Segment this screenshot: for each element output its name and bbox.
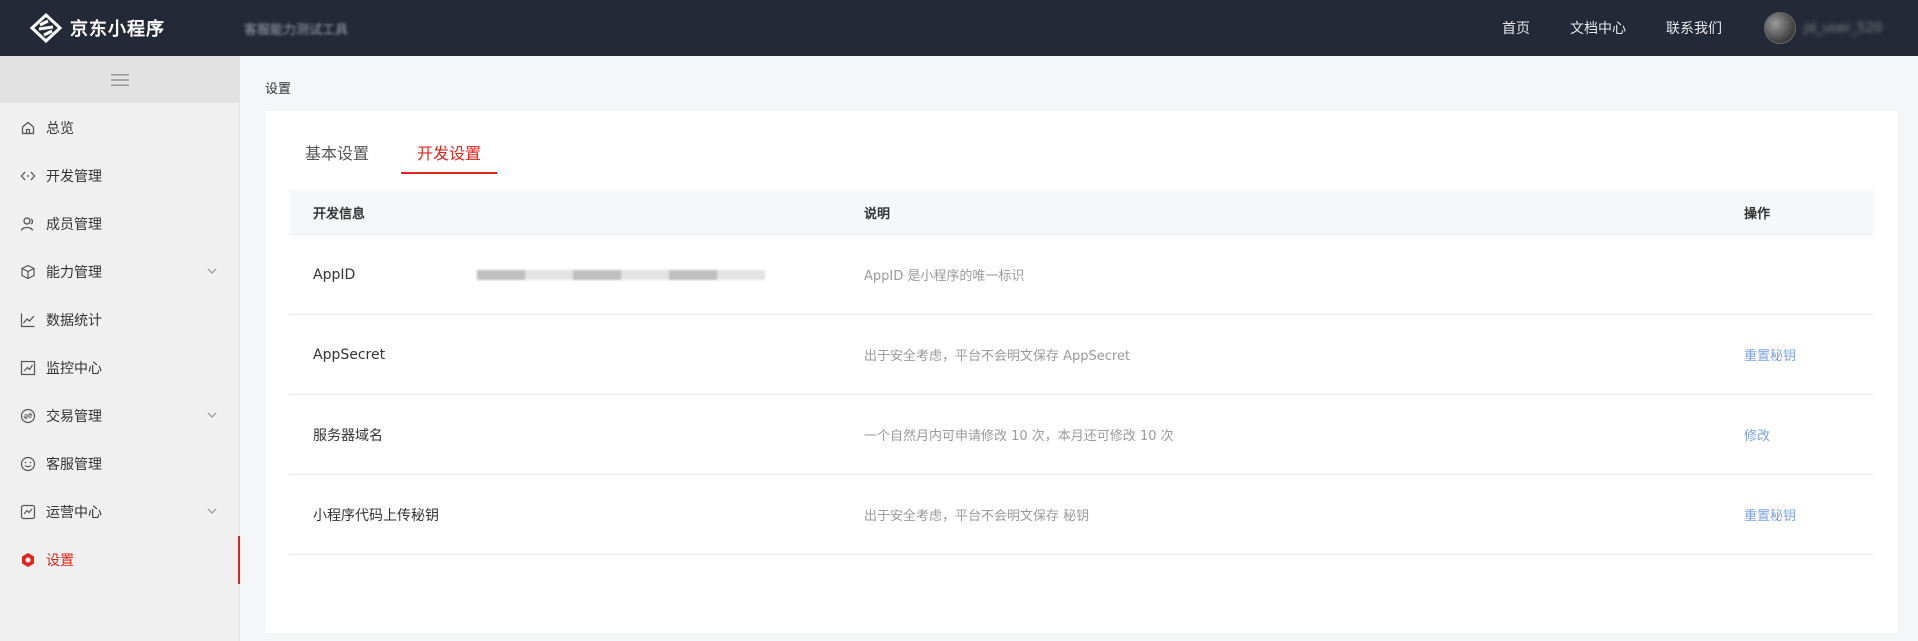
hexagon-settings-icon (20, 552, 36, 568)
home-icon (20, 120, 36, 136)
sidebar-item-label: 客服管理 (46, 457, 102, 473)
sidebar-item-label: 数据统计 (46, 313, 102, 329)
sidebar-item-monitor[interactable]: 监控中心 (0, 344, 239, 392)
column-header-action: 操作 (1744, 206, 1771, 222)
top-bar: 京东小程序 客服能力测试工具 首页 文档中心 联系我们 jd_user_520 (0, 0, 1918, 56)
cube-icon (20, 264, 36, 280)
table-row: 服务器域名 一个自然月内可申请修改 10 次，本月还可修改 10 次 修改 (289, 395, 1873, 475)
row-description: AppID 是小程序的唯一标识 (864, 269, 1025, 284)
row-description: 出于安全考虑，平台不会明文保存 秘钥 (864, 509, 1090, 524)
nav-home[interactable]: 首页 (1502, 18, 1530, 38)
appid-value-masked (477, 269, 765, 280)
column-header-info: 开发信息 (313, 206, 366, 222)
user-icon (20, 216, 36, 232)
logo-mark-icon (29, 13, 63, 43)
sidebar-item-overview[interactable]: 总览 (0, 104, 239, 152)
sidebar-collapse-button[interactable] (0, 56, 239, 103)
sidebar-item-customer-service[interactable]: 客服管理 (0, 440, 239, 488)
sidebar-item-label: 交易管理 (46, 409, 102, 425)
trade-icon (20, 408, 36, 424)
code-icon (20, 168, 36, 184)
user-menu[interactable]: jd_user_520 (1763, 12, 1882, 44)
main-content: 设置 基本设置 开发设置 开发信息 说明 操作 AppID AppID 是小程序… (241, 56, 1918, 641)
sidebar-item-dev-management[interactable]: 开发管理 (0, 152, 239, 200)
app-switcher[interactable]: 客服能力测试工具 (244, 19, 348, 38)
nav-contact[interactable]: 联系我们 (1666, 18, 1722, 38)
sidebar-item-trade[interactable]: 交易管理 (0, 392, 239, 440)
dev-info-table: 开发信息 说明 操作 AppID AppID 是小程序的唯一标识 AppSecr… (289, 190, 1873, 555)
tab-dev-settings[interactable]: 开发设置 (401, 140, 498, 174)
reset-upload-key-link[interactable]: 重置秘钥 (1744, 509, 1796, 524)
top-nav: 首页 文档中心 联系我们 jd_user_520 (1502, 0, 1918, 56)
sidebar-item-label: 成员管理 (46, 217, 102, 233)
chat-icon (20, 456, 36, 472)
line-chart-icon (20, 312, 36, 328)
sidebar-item-label: 设置 (46, 553, 74, 569)
sidebar-item-statistics[interactable]: 数据统计 (0, 296, 239, 344)
table-row: 小程序代码上传秘钥 出于安全考虑，平台不会明文保存 秘钥 重置秘钥 (289, 475, 1873, 555)
reset-secret-link[interactable]: 重置秘钥 (1744, 349, 1796, 364)
nav-docs[interactable]: 文档中心 (1570, 18, 1626, 38)
monitor-icon (20, 360, 36, 376)
table-header: 开发信息 说明 操作 (289, 190, 1873, 235)
sidebar-item-label: 总览 (46, 121, 74, 137)
table-row: AppSecret 出于安全考虑，平台不会明文保存 AppSecret 重置秘钥 (289, 315, 1873, 395)
sidebar-item-operations[interactable]: 运营中心 (0, 488, 239, 536)
sidebar-item-capabilities[interactable]: 能力管理 (0, 248, 239, 296)
avatar[interactable] (1763, 12, 1796, 44)
row-key: AppID (313, 266, 356, 283)
sidebar-item-label: 开发管理 (46, 169, 102, 185)
logo[interactable]: 京东小程序 (28, 13, 244, 43)
menu-icon (110, 73, 129, 86)
row-key: 小程序代码上传秘钥 (313, 507, 439, 524)
row-key: AppSecret (313, 346, 386, 363)
modify-domain-link[interactable]: 修改 (1744, 429, 1770, 444)
row-description: 出于安全考虑，平台不会明文保存 AppSecret (864, 349, 1131, 364)
settings-card: 基本设置 开发设置 开发信息 说明 操作 AppID AppID 是小程序的唯一… (265, 111, 1897, 633)
settings-tabs: 基本设置 开发设置 (289, 140, 513, 174)
chevron-down-icon (207, 508, 217, 514)
sidebar-item-label: 监控中心 (46, 361, 102, 377)
logo-text: 京东小程序 (70, 19, 165, 40)
page-title: 设置 (265, 82, 292, 97)
sidebar: 总览 开发管理 成员管理 能力管理 数据统计 监控中心 交易管理 客服管理 运营… (0, 56, 240, 641)
row-description: 一个自然月内可申请修改 10 次，本月还可修改 10 次 (864, 429, 1174, 444)
table-row: AppID AppID 是小程序的唯一标识 (289, 235, 1873, 315)
sidebar-item-label: 能力管理 (46, 265, 102, 281)
sidebar-item-label: 运营中心 (46, 505, 102, 521)
column-header-desc: 说明 (864, 206, 891, 222)
operation-icon (20, 504, 36, 520)
sidebar-item-settings[interactable]: 设置 (0, 536, 240, 584)
tab-basic-settings[interactable]: 基本设置 (289, 140, 385, 172)
chevron-down-icon (207, 412, 217, 418)
username: jd_user_520 (1803, 20, 1882, 36)
row-key: 服务器域名 (313, 427, 383, 444)
chevron-down-icon (207, 268, 217, 274)
sidebar-menu: 总览 开发管理 成员管理 能力管理 数据统计 监控中心 交易管理 客服管理 运营… (0, 103, 240, 584)
sidebar-item-members[interactable]: 成员管理 (0, 200, 239, 248)
